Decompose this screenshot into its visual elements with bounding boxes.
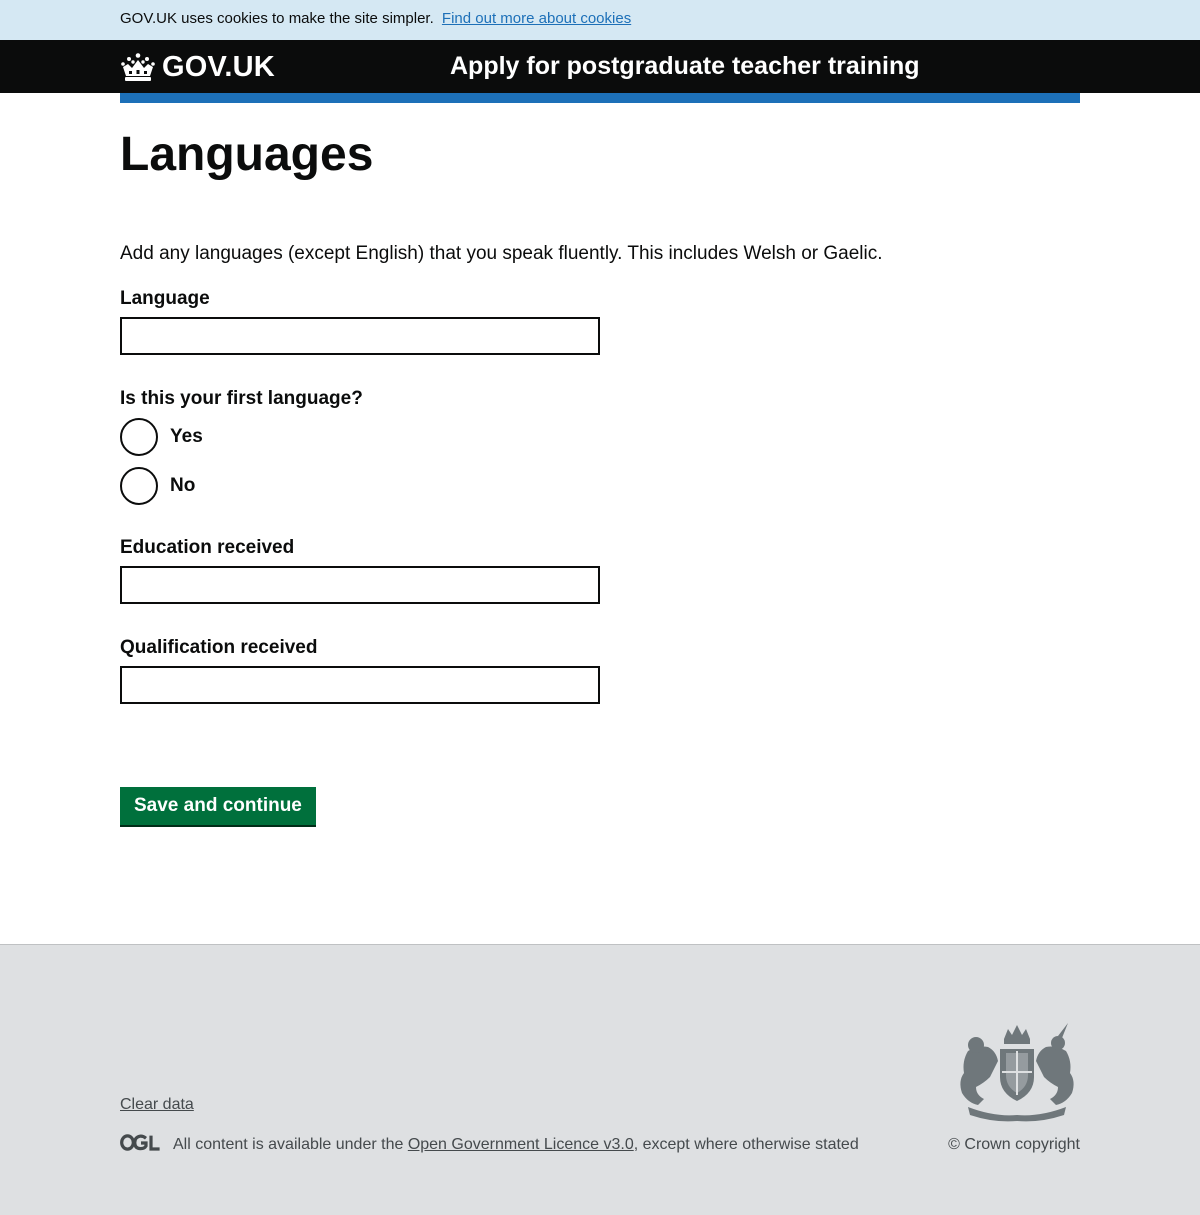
- licence-statement: All content is available under the Open …: [173, 1136, 859, 1154]
- service-name-link[interactable]: Apply for postgraduate teacher training: [450, 52, 920, 81]
- radio-no[interactable]: No: [120, 466, 195, 506]
- radio-no-label[interactable]: No: [170, 475, 195, 497]
- first-language-legend: Is this your first language?: [120, 388, 363, 409]
- royal-coat-of-arms-icon: [960, 1023, 1074, 1122]
- education-label: Education received: [120, 537, 295, 558]
- education-input[interactable]: [120, 566, 600, 604]
- radio-yes[interactable]: Yes: [120, 417, 203, 457]
- govuk-logo-link[interactable]: GOV.UK: [120, 50, 275, 84]
- site-footer: Clear data All content is available unde…: [0, 944, 1200, 1215]
- licence-suffix: , except where otherwise stated: [633, 1136, 859, 1153]
- crown-icon: [121, 53, 155, 81]
- header-blue-rule: [120, 93, 1080, 103]
- cookie-message: GOV.UK uses cookies to make the site sim…: [120, 10, 631, 28]
- cookie-banner: GOV.UK uses cookies to make the site sim…: [0, 0, 1200, 40]
- logo-text: GOV.UK: [162, 50, 275, 83]
- site-header: GOV.UK Apply for postgraduate teacher tr…: [0, 40, 1200, 93]
- qualification-label: Qualification received: [120, 637, 318, 658]
- radio-no-circle[interactable]: [120, 467, 158, 505]
- page-hint: Add any languages (except English) that …: [120, 243, 883, 264]
- open-government-licence-link[interactable]: Open Government Licence v3.0: [408, 1136, 634, 1153]
- radio-yes-label[interactable]: Yes: [170, 426, 203, 448]
- page-title: Languages: [120, 128, 374, 181]
- cookie-info-link[interactable]: Find out more about cookies: [442, 10, 631, 27]
- cookie-text: GOV.UK uses cookies to make the site sim…: [120, 10, 434, 27]
- crown-copyright-link[interactable]: © Crown copyright: [948, 1136, 1080, 1154]
- language-label: Language: [120, 288, 210, 309]
- ogl-logo-icon: [120, 1134, 160, 1151]
- qualification-input[interactable]: [120, 666, 600, 704]
- clear-data-link[interactable]: Clear data: [120, 1096, 194, 1114]
- save-and-continue-button[interactable]: Save and continue: [120, 787, 316, 825]
- language-input[interactable]: [120, 317, 600, 355]
- radio-yes-circle[interactable]: [120, 418, 158, 456]
- licence-prefix: All content is available under the: [173, 1136, 408, 1153]
